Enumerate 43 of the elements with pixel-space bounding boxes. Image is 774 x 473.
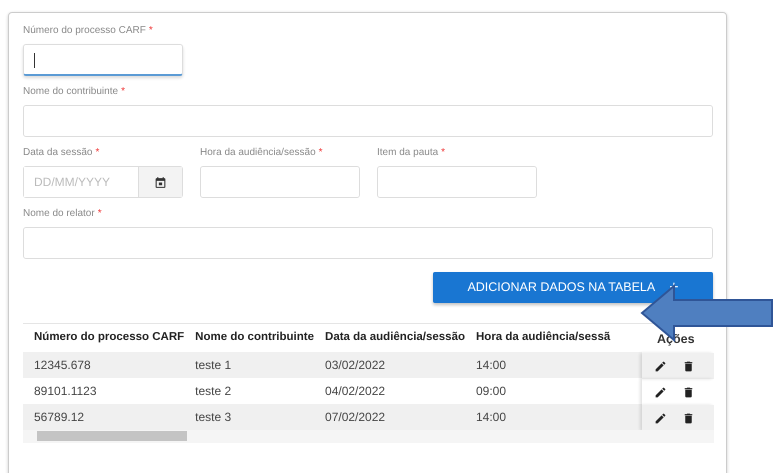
table-cell-text: 04/02/2022 [325,383,386,400]
table-cell-text: 09:00 [476,383,506,400]
field-label: Hora da audiência/sessão [200,146,316,160]
edit-icon[interactable] [654,412,667,424]
scrollbar[interactable] [23,430,714,443]
table-cell-text: teste 2 [195,383,232,400]
column-header: Hora da audiência/sessã [465,324,610,352]
required-mark: * [121,85,125,99]
delete-icon[interactable] [682,412,695,424]
edit-icon[interactable] [654,386,667,398]
calendar-icon [154,176,167,188]
input-field[interactable] [200,166,360,198]
date-field[interactable]: DD/MM/YYYY [23,166,183,198]
edit-icon[interactable] [654,360,667,372]
required-mark: * [96,146,100,160]
field-label: Item da pauta [377,146,438,160]
table-cell-text: 89101.1123 [34,383,97,400]
input-field[interactable] [23,44,183,76]
required-mark: * [318,146,323,160]
delete-icon[interactable] [682,386,695,398]
table-cell-text: 12345.678 [34,357,91,374]
table-cell-text: teste 1 [195,357,232,374]
table-cell-text: 14:00 [476,357,506,374]
column-header: Data da audiência/sessão [314,324,465,352]
field-label: Data da sessão [23,146,92,160]
input-field[interactable] [23,227,713,259]
required-mark: * [148,24,153,38]
input-field[interactable] [23,105,713,137]
field-label: Número do processo CARF [23,24,146,38]
delete-icon[interactable] [682,360,695,372]
table-cell-text: teste 3 [195,409,232,426]
table-cell-text: 14:00 [476,409,506,426]
input-field[interactable] [377,166,537,198]
calendar-button[interactable] [138,167,182,197]
field-label: Nome do relator [23,207,95,221]
required-mark: * [98,207,102,221]
field-label: Nome do contribuinte [23,85,118,99]
table-cell-text: 07/02/2022 [325,409,386,426]
table-cell-text: 03/02/2022 [325,357,386,374]
column-header: Nome do contribuinte [184,324,314,352]
table-cell-text: 56789.12 [34,409,84,426]
column-header: Número do processo CARF [23,324,184,352]
required-mark: * [441,146,446,160]
